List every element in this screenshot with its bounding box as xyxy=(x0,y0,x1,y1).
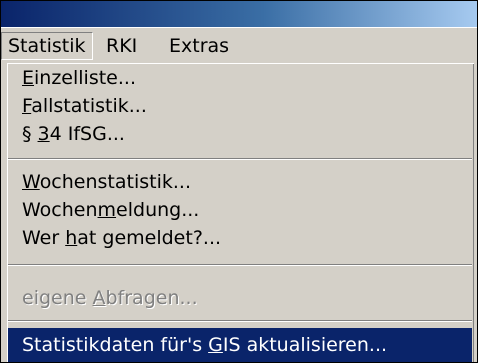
menu-rki[interactable]: RKI xyxy=(100,33,143,59)
menu-statistik[interactable]: Statistik xyxy=(1,32,93,60)
menu-separator xyxy=(8,320,472,322)
menu-item-accelerator: W xyxy=(22,171,40,193)
menu-item-paragraph-34-ifsg[interactable]: § 34 IfSG... xyxy=(8,120,472,148)
menu-item-label-post: ochenstatistik... xyxy=(39,171,192,193)
menu-item-label-post: at gemeldet?... xyxy=(77,227,222,249)
menu-item-wer-hat-gemeldet[interactable]: Wer hat gemeldet?... xyxy=(8,224,472,252)
application-window: Statistik RKI Extras Einzelliste... Fall… xyxy=(0,0,478,363)
menu-item-accelerator: 3 xyxy=(37,123,50,145)
menu-item-label-pre: Wochen xyxy=(22,199,98,221)
menu-item-fallstatistik[interactable]: Fallstatistik... xyxy=(8,92,472,120)
menu-item-eigene-abfragen: eigene Abfragen... xyxy=(8,284,472,312)
menu-item-label-pre: Wer xyxy=(22,227,66,249)
menu-item-einzelliste[interactable]: Einzelliste... xyxy=(8,64,472,92)
menu-item-accelerator: A xyxy=(92,287,106,309)
menu-item-label-post: bfragen... xyxy=(105,287,198,309)
menu-item-accelerator: m xyxy=(97,199,117,221)
menu-item-statistikdaten-gis-aktualisieren[interactable]: Statistikdaten für's GIS aktualisieren..… xyxy=(8,328,472,362)
menu-item-label-post: eldung... xyxy=(116,199,200,221)
menu-item-accelerator: E xyxy=(22,67,35,89)
menu-item-accelerator: h xyxy=(65,227,78,249)
menu-item-label-pre: eigene xyxy=(22,287,93,309)
menu-item-label-post: 4 IfSG... xyxy=(49,123,125,145)
menu-item-label-pre: Statistikdaten für's xyxy=(22,334,209,356)
menu-item-accelerator: F xyxy=(22,95,32,117)
menu-item-wochenmeldung[interactable]: Wochenmeldung... xyxy=(8,196,472,224)
menu-item-wochenstatistik[interactable]: Wochenstatistik... xyxy=(8,168,472,196)
statistik-dropdown-menu: Einzelliste... Fallstatistik... § 34 IfS… xyxy=(7,63,474,362)
menu-item-label-post: allstatistik... xyxy=(31,95,147,117)
menu-extras[interactable]: Extras xyxy=(163,33,235,59)
title-bar xyxy=(1,1,477,27)
menu-separator xyxy=(8,158,472,160)
menu-item-label-pre: § xyxy=(22,123,38,145)
menu-bar: Statistik RKI Extras xyxy=(1,27,477,66)
menu-item-label-post: IS aktualisieren... xyxy=(222,334,388,356)
menu-item-accelerator: G xyxy=(208,334,223,356)
menu-separator xyxy=(8,264,472,266)
menu-item-label-post: inzelliste... xyxy=(34,67,136,89)
